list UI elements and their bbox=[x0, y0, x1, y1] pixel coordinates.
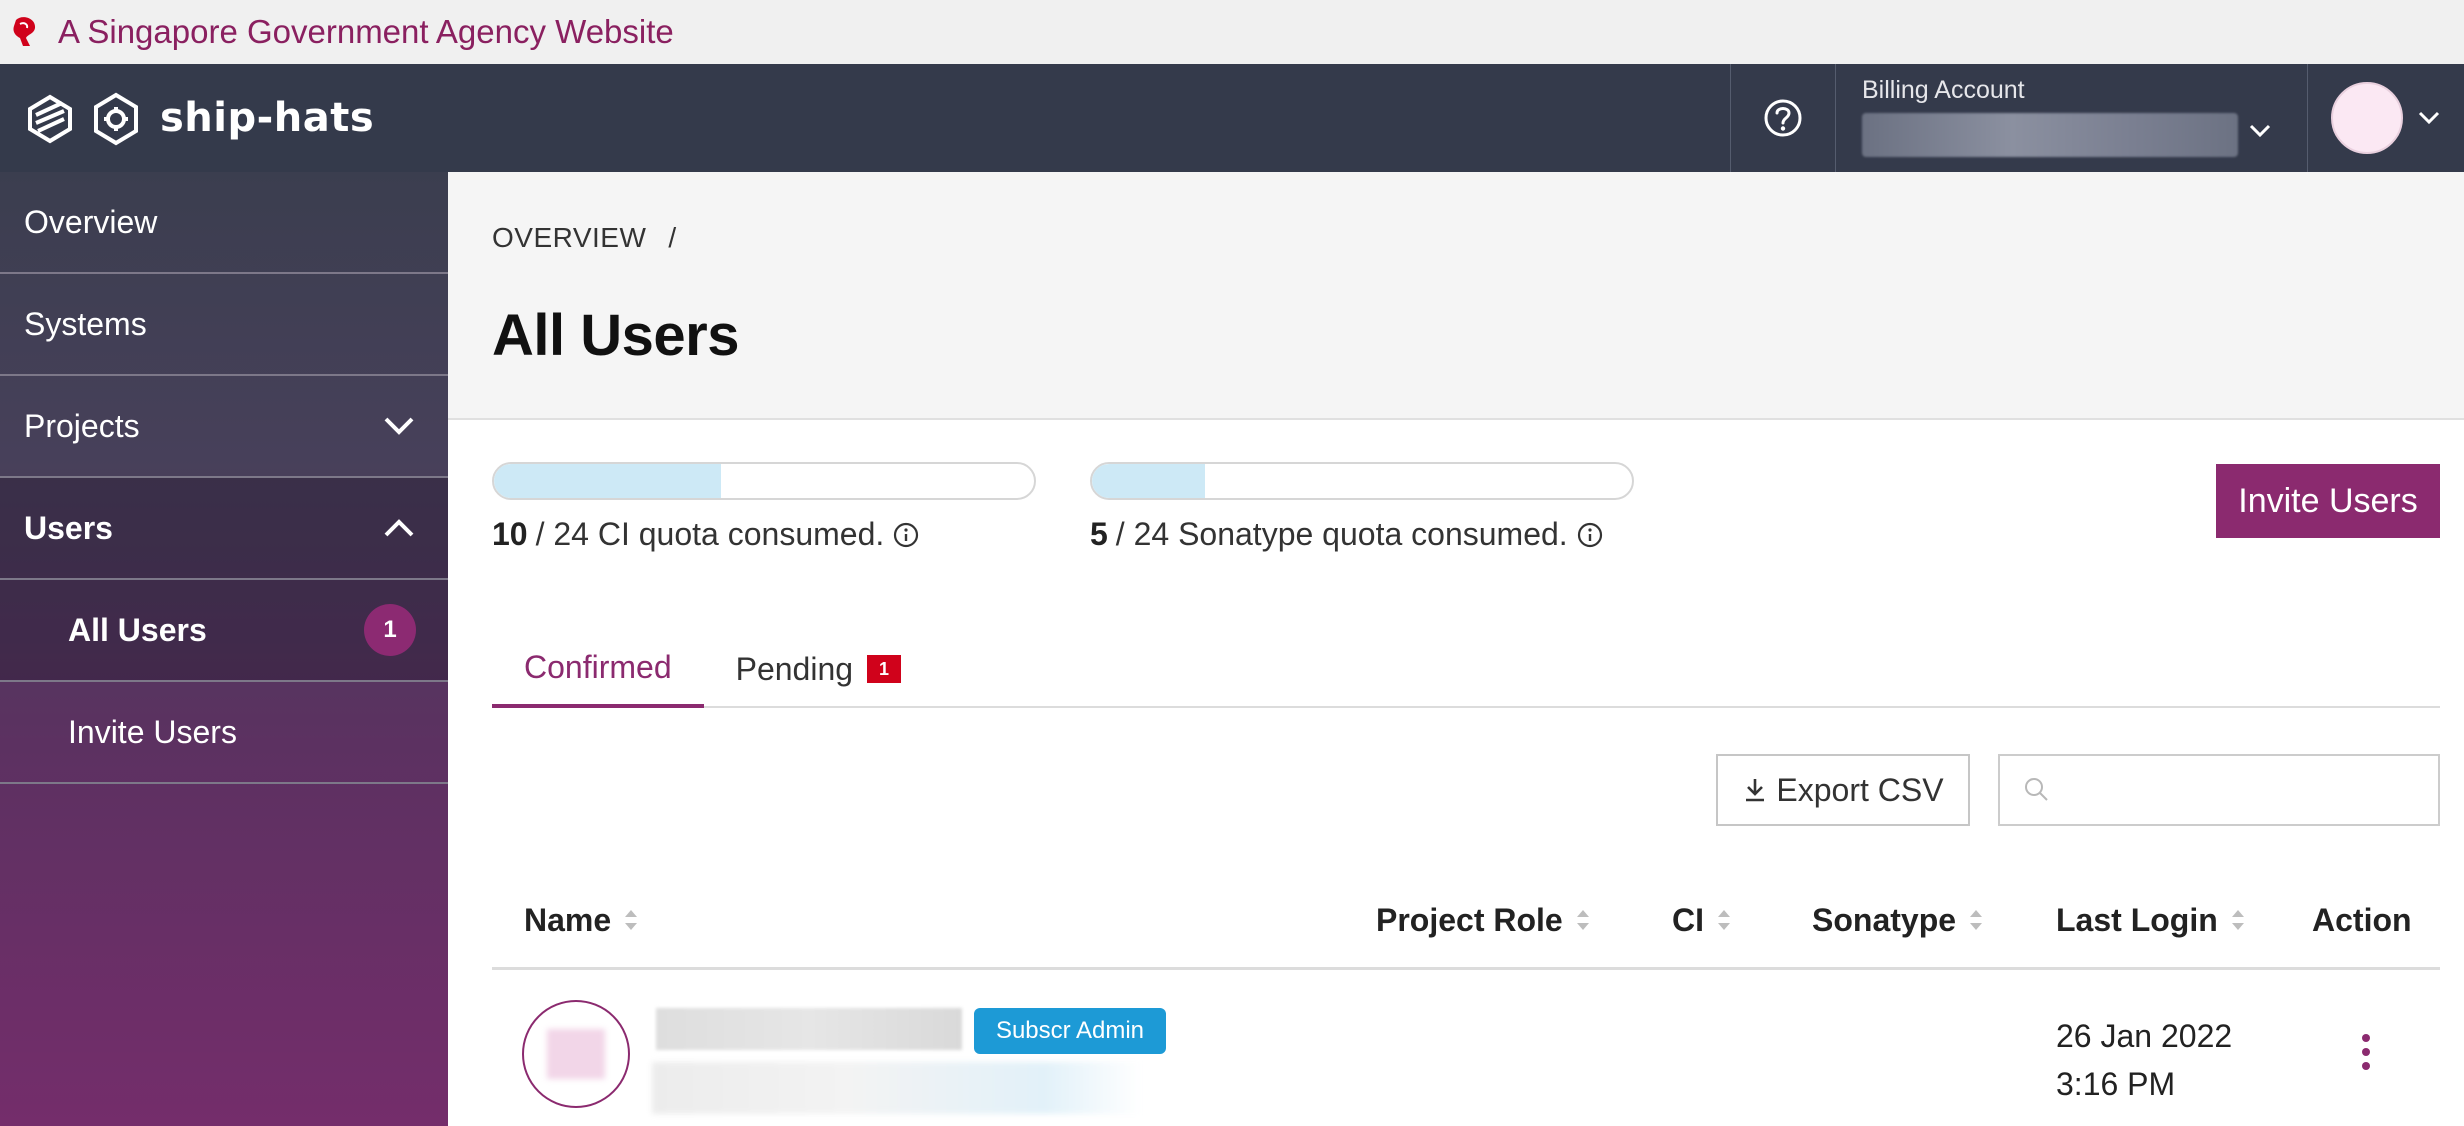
tab-label: Pending bbox=[735, 650, 854, 687]
column-header-label: Action bbox=[2312, 901, 2412, 938]
invite-users-button[interactable]: Invite Users bbox=[2216, 464, 2440, 538]
column-header-label: Last Login bbox=[2056, 901, 2218, 938]
user-status-tabs: Confirmed Pending 1 bbox=[492, 630, 2440, 708]
column-header-last-login[interactable]: Last Login bbox=[2056, 870, 2248, 970]
brand-logo[interactable]: ship-hats bbox=[0, 64, 374, 172]
ship-logo-icon bbox=[28, 94, 72, 144]
chevron-up-icon bbox=[384, 519, 414, 537]
kebab-dot bbox=[2362, 1034, 2370, 1042]
sonatype-quota-text: 5 / 24 Sonatype quota consumed. bbox=[1090, 516, 1634, 553]
sidebar: Overview Systems Projects Users All User… bbox=[0, 172, 448, 1126]
export-csv-label: Export CSV bbox=[1776, 771, 1944, 808]
ci-quota-label: / 24 CI quota consumed. bbox=[535, 516, 885, 552]
page-header: OVERVIEW / All Users bbox=[448, 172, 2464, 420]
help-icon bbox=[1764, 99, 1802, 137]
sidebar-item-label: Systems bbox=[24, 305, 147, 342]
billing-account-value-redacted bbox=[1862, 113, 2238, 157]
info-icon[interactable] bbox=[892, 521, 920, 549]
search-icon bbox=[2025, 778, 2048, 801]
billing-account-selector[interactable]: Billing Account bbox=[1836, 64, 2308, 172]
kebab-dot bbox=[2362, 1048, 2370, 1056]
sonatype-quota-label: / 24 Sonatype quota consumed. bbox=[1115, 516, 1568, 552]
role-badge: Subscr Admin bbox=[974, 1008, 1166, 1054]
brand-name: ship-hats bbox=[160, 95, 375, 141]
page-title: All Users bbox=[492, 303, 739, 368]
kebab-dot bbox=[2362, 1062, 2370, 1070]
tab-confirmed[interactable]: Confirmed bbox=[492, 630, 704, 708]
last-login-date: 26 Jan 2022 bbox=[2056, 1018, 2233, 1054]
row-actions-menu-button[interactable] bbox=[2346, 1022, 2386, 1082]
ci-quota-fill bbox=[494, 464, 721, 498]
sort-icon bbox=[1576, 910, 1589, 930]
top-header: ship-hats Billing Account bbox=[0, 64, 2464, 172]
sonatype-quota: 5 / 24 Sonatype quota consumed. bbox=[1090, 462, 1634, 553]
avatar bbox=[522, 1000, 630, 1108]
avatar bbox=[2331, 82, 2403, 154]
tab-pending[interactable]: Pending 1 bbox=[704, 630, 933, 708]
column-header-label: Name bbox=[524, 901, 612, 938]
billing-account-label: Billing Account bbox=[1862, 76, 2025, 104]
sidebar-item-label: Users bbox=[24, 509, 113, 546]
column-header-ci[interactable]: CI bbox=[1672, 870, 1734, 970]
sidebar-item-label: All Users bbox=[68, 611, 207, 648]
download-icon bbox=[1746, 779, 1765, 802]
sort-icon bbox=[625, 910, 638, 930]
users-table-header: Name Project Role CI Sonatype Last Login… bbox=[492, 870, 2440, 970]
sidebar-item-users[interactable]: Users bbox=[0, 478, 448, 580]
breadcrumb-overview-link[interactable]: OVERVIEW bbox=[492, 222, 646, 253]
tab-label: Confirmed bbox=[524, 648, 672, 685]
all-users-count-badge: 1 bbox=[364, 604, 416, 656]
column-header-label: CI bbox=[1672, 901, 1704, 938]
table-row[interactable]: Subscr Admin 26 Jan 2022 3:16 PM bbox=[492, 972, 2440, 1126]
sidebar-item-label: Invite Users bbox=[68, 713, 237, 750]
ci-quota: 10 / 24 CI quota consumed. bbox=[492, 462, 1036, 553]
sort-icon bbox=[1718, 910, 1730, 930]
chevron-down-icon bbox=[2418, 111, 2440, 125]
sidebar-item-invite-users[interactable]: Invite Users bbox=[0, 682, 448, 784]
sidebar-item-all-users[interactable]: All Users 1 bbox=[0, 580, 448, 682]
masthead-text: A Singapore Government Agency Website bbox=[58, 13, 674, 50]
column-header-sonatype[interactable]: Sonatype bbox=[1812, 870, 1986, 970]
user-name-redacted bbox=[656, 1008, 962, 1050]
last-login: 26 Jan 2022 3:16 PM bbox=[2056, 1012, 2232, 1108]
column-header-action: Action bbox=[2312, 870, 2412, 970]
sidebar-item-systems[interactable]: Systems bbox=[0, 274, 448, 376]
sidebar-item-projects[interactable]: Projects bbox=[0, 376, 448, 478]
breadcrumb: OVERVIEW / bbox=[492, 222, 677, 254]
singapore-lion-icon bbox=[13, 17, 36, 46]
column-header-label: Sonatype bbox=[1812, 901, 1957, 938]
sort-icon bbox=[1970, 910, 1983, 930]
pending-count-badge: 1 bbox=[867, 655, 902, 683]
help-button[interactable] bbox=[1730, 64, 1836, 172]
search-input[interactable] bbox=[1998, 754, 2440, 826]
column-header-name[interactable]: Name bbox=[524, 870, 641, 970]
user-email-redacted bbox=[652, 1062, 1142, 1114]
breadcrumb-separator: / bbox=[668, 222, 677, 253]
ci-quota-text: 10 / 24 CI quota consumed. bbox=[492, 516, 1036, 553]
ci-quota-used: 10 bbox=[492, 516, 528, 552]
chevron-down-icon bbox=[2249, 124, 2271, 138]
ci-quota-bar bbox=[492, 462, 1036, 500]
user-menu[interactable] bbox=[2308, 64, 2464, 172]
export-csv-button[interactable]: Export CSV bbox=[1716, 754, 1970, 826]
sort-icon bbox=[2231, 910, 2244, 930]
avatar-image-redacted bbox=[547, 1029, 605, 1079]
chevron-down-icon bbox=[384, 417, 414, 435]
hats-logo-icon bbox=[94, 92, 138, 146]
info-icon[interactable] bbox=[1576, 521, 1604, 549]
sonatype-quota-bar bbox=[1090, 462, 1634, 500]
sidebar-item-label: Projects bbox=[24, 407, 140, 444]
gov-masthead: A Singapore Government Agency Website bbox=[0, 0, 2464, 64]
last-login-time: 3:16 PM bbox=[2056, 1066, 2176, 1102]
sonatype-quota-used: 5 bbox=[1090, 516, 1108, 552]
sidebar-item-overview[interactable]: Overview bbox=[0, 172, 448, 274]
column-header-project-role[interactable]: Project Role bbox=[1376, 870, 1593, 970]
sidebar-item-label: Overview bbox=[24, 203, 158, 240]
column-header-label: Project Role bbox=[1376, 901, 1563, 938]
sonatype-quota-fill bbox=[1092, 464, 1206, 498]
